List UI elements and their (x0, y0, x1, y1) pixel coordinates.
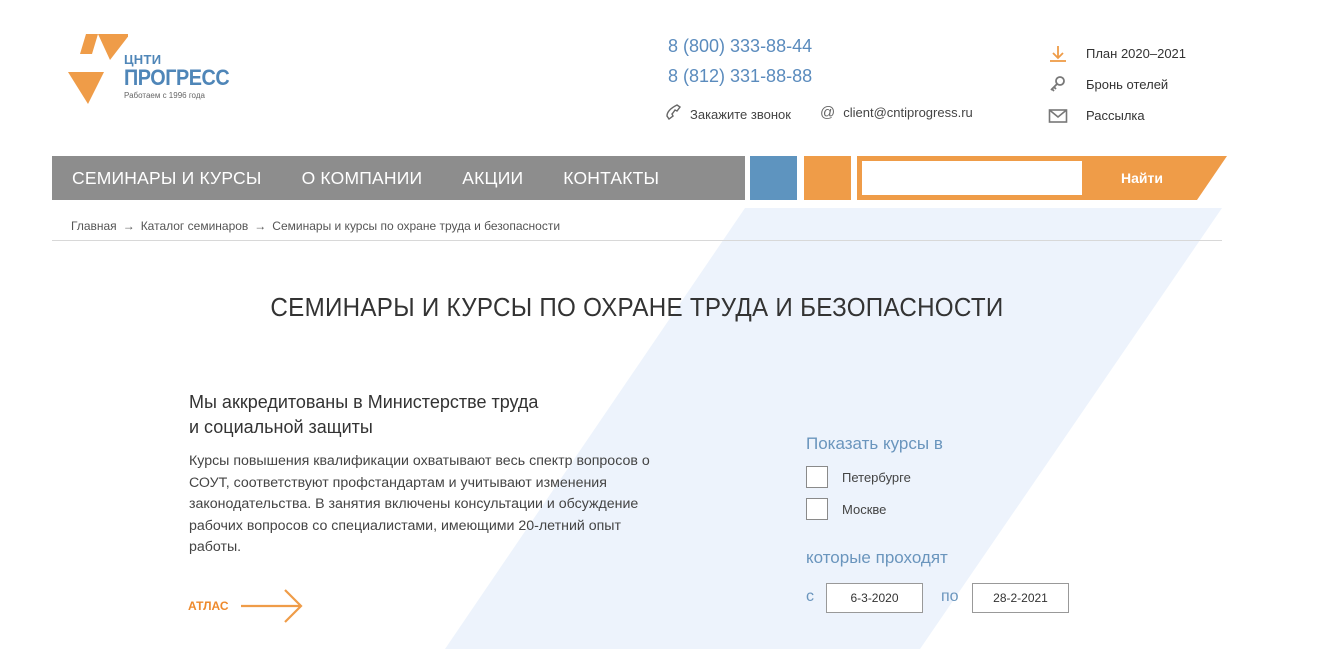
atlas-label: АТЛАС (188, 599, 229, 613)
filter-city-heading: Показать курсы в (806, 434, 943, 453)
nav-orange-block[interactable] (804, 156, 851, 200)
city-label-spb: Петербурге (842, 469, 911, 485)
city-label-moscow: Москве (842, 501, 887, 517)
accreditation-heading-line1: Мы аккредитованы в Министерстве труда (189, 392, 539, 412)
download-icon (1048, 44, 1086, 64)
header-side-links: План 2020–2021 Бронь отелей Рассылка (1048, 38, 1186, 131)
breadcrumb-separator: → (254, 219, 267, 233)
envelope-icon (1048, 108, 1086, 124)
at-sign-icon: @ (820, 104, 836, 121)
nav-item-about[interactable]: О КОМПАНИИ (302, 168, 423, 189)
callback-label: Закажите звонок (690, 106, 791, 122)
atlas-link[interactable]: АТЛАС (188, 588, 305, 624)
search-input[interactable] (862, 161, 1082, 195)
city-option-spb[interactable]: Петербурге (806, 466, 911, 488)
phone-number-1[interactable]: 8 (800) 333-88-44 (668, 36, 812, 57)
callback-link[interactable]: Закажите звонок (666, 104, 791, 124)
plan-link-label: План 2020–2021 (1086, 46, 1187, 61)
main-nav: СЕМИНАРЫ И КУРСЫ О КОМПАНИИ АКЦИИ КОНТАК… (52, 156, 745, 200)
logo-mark-icon (68, 34, 128, 104)
nav-item-contacts[interactable]: КОНТАКТЫ (563, 168, 659, 189)
email-address: client@cntiprogress.ru (843, 105, 973, 120)
search-bar: Найти (857, 156, 1227, 200)
date-from-field[interactable]: 6-3-2020 (826, 583, 923, 613)
accreditation-heading: Мы аккредитованы в Министерстве труда и … (189, 390, 609, 440)
breadcrumb-divider (52, 240, 1222, 241)
breadcrumb-current: Семинары и курсы по охране труда и безоп… (272, 219, 561, 233)
logo-main-text: ПРОГРЕСС (124, 65, 230, 90)
key-icon (1048, 75, 1086, 95)
company-logo[interactable]: ЦНТИ ПРОГРЕСС Работаем с 1996 года (68, 34, 238, 106)
breadcrumb-home[interactable]: Главная (71, 219, 117, 233)
nav-item-promotions[interactable]: АКЦИИ (462, 168, 523, 189)
arrow-right-icon (240, 589, 303, 623)
nav-blue-block[interactable] (750, 156, 797, 200)
newsletter-link[interactable]: Рассылка (1048, 100, 1186, 131)
accreditation-text: Курсы повышения квалификации охватывают … (189, 453, 650, 555)
filter-period-heading: которые проходят (806, 548, 948, 567)
checkbox-spb[interactable] (806, 466, 828, 488)
date-from-label: с (806, 588, 814, 605)
logo-tagline: Работаем с 1996 года (124, 91, 205, 100)
date-to-label: по (941, 588, 959, 605)
newsletter-label: Рассылка (1086, 108, 1145, 123)
page-title: СЕМИНАРЫ И КУРСЫ ПО ОХРАНЕ ТРУДА И БЕЗОП… (270, 292, 1004, 322)
nav-item-seminars[interactable]: СЕМИНАРЫ И КУРСЫ (72, 168, 262, 189)
plan-link[interactable]: План 2020–2021 (1048, 38, 1186, 69)
breadcrumb-catalog[interactable]: Каталог семинаров (141, 219, 249, 233)
breadcrumb: Главная → Каталог семинаров → Семинары и кур… (71, 219, 560, 233)
phone-handset-icon (666, 104, 682, 124)
hotel-booking-link[interactable]: Бронь отелей (1048, 69, 1186, 100)
checkbox-moscow[interactable] (806, 498, 828, 520)
breadcrumb-separator: → (122, 219, 135, 233)
city-option-moscow[interactable]: Москве (806, 498, 886, 520)
accreditation-heading-line2: и социальной защиты (189, 417, 373, 437)
phone-number-2[interactable]: 8 (812) 331-88-88 (668, 66, 812, 87)
hotel-booking-label: Бронь отелей (1086, 77, 1169, 92)
date-to-field[interactable]: 28-2-2021 (972, 583, 1069, 613)
search-button[interactable]: Найти (1087, 156, 1197, 200)
email-link[interactable]: @ client@cntiprogress.ru (820, 104, 973, 121)
